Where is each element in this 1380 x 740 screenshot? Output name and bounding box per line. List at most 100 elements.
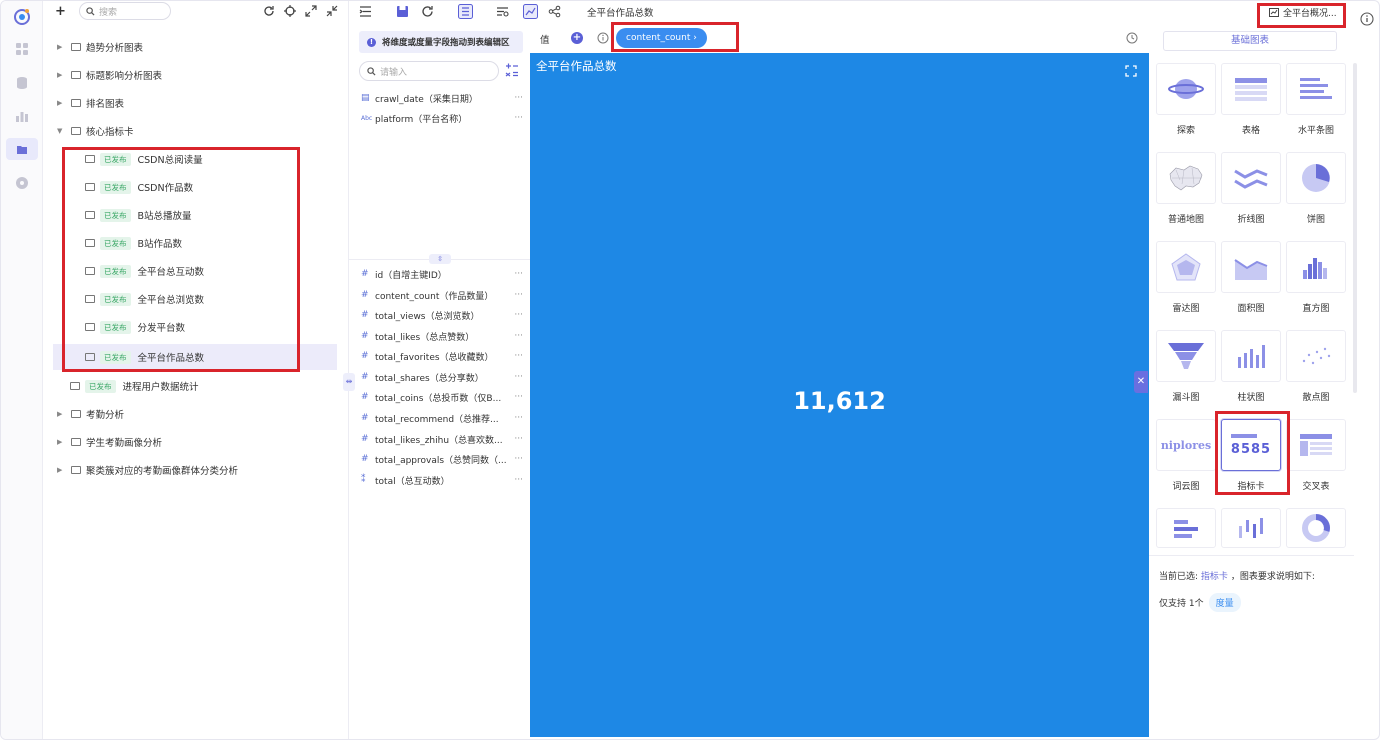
dashboard-selector-label: 全平台概况... xyxy=(1283,8,1337,19)
tree-node[interactable]: ▶ 趋势分析图表 xyxy=(57,34,351,60)
chart-type-scatter[interactable] xyxy=(1286,330,1346,382)
tree-node[interactable]: ▶ 聚类簇对应的考勤画像群体分类分析 xyxy=(57,457,351,483)
more-icon[interactable]: ··· xyxy=(511,113,523,123)
chart-type-kpi-card[interactable]: 8585 xyxy=(1221,419,1281,471)
chart-type-table[interactable] xyxy=(1221,63,1281,115)
tree-node-expanded[interactable]: ▼ 核心指标卡 xyxy=(57,118,351,144)
value-field-pill[interactable]: content_count › xyxy=(616,28,707,48)
chart-type-donut[interactable] xyxy=(1286,508,1346,548)
tree-leaf-label: 进程用户数据统计 xyxy=(122,382,199,393)
dimension-field[interactable]: Abc platform（平台名称） ··· xyxy=(361,108,523,128)
pie-chart-icon xyxy=(1302,164,1330,192)
measure-field[interactable]: # total_coins（总投币数（仅B... ··· xyxy=(361,387,523,407)
add-field-icon[interactable]: + xyxy=(571,32,583,44)
database-icon[interactable] xyxy=(14,75,30,91)
wordcloud-chart-icon: niplores xyxy=(1160,438,1212,452)
more-icon[interactable]: ··· xyxy=(511,331,523,341)
more-icon[interactable]: ··· xyxy=(511,392,523,402)
field-search-input[interactable]: 请输入 xyxy=(359,61,499,81)
settings-circle-icon[interactable] xyxy=(14,175,30,191)
chart-type-bar-extra[interactable] xyxy=(1156,508,1216,548)
chart-type-waterfall[interactable] xyxy=(1221,508,1281,548)
chart-type-scrollbar[interactable] xyxy=(1353,63,1357,393)
chart-canvas[interactable]: 全平台作品总数 11,612 xyxy=(530,53,1149,737)
chart-icon[interactable] xyxy=(14,108,30,124)
chart-type-map[interactable] xyxy=(1156,152,1216,204)
measure-field[interactable]: # content_count（作品数量） ··· xyxy=(361,285,523,305)
tree-node[interactable]: ▶ 标题影响分析图表 xyxy=(57,62,351,88)
add-icon[interactable]: + xyxy=(55,4,66,19)
folder-nav-icon[interactable] xyxy=(6,138,38,160)
collapse-all-icon[interactable] xyxy=(326,5,338,17)
more-icon[interactable]: ··· xyxy=(511,454,523,464)
chart-type-explore[interactable] xyxy=(1156,63,1216,115)
expand-all-icon[interactable] xyxy=(305,5,317,17)
measure-field[interactable]: # total_approvals（总赞同数（... ··· xyxy=(361,449,523,469)
more-icon[interactable]: ··· xyxy=(511,93,523,103)
tree-leaf[interactable]: 已发布 B站总播放量 xyxy=(85,202,337,228)
tree-search-input[interactable]: 搜索 xyxy=(79,2,171,20)
measure-field[interactable]: # total_shares（总分享数） ··· xyxy=(361,367,523,387)
measure-field[interactable]: # total_recommend（总推荐... ··· xyxy=(361,408,523,428)
tree-leaf[interactable]: 已发布 CSDN总阅读量 xyxy=(85,146,337,172)
dimension-field[interactable]: ▤ crawl_date（采集日期） ··· xyxy=(361,88,523,108)
status-badge: 已发布 xyxy=(100,292,131,306)
tree-leaf[interactable]: 已发布 分发平台数 xyxy=(85,314,337,340)
chart-type-area[interactable] xyxy=(1221,241,1281,293)
field-name: platform（平台名称） xyxy=(375,114,468,125)
tree-leaf[interactable]: 已发布 进程用户数据统计 xyxy=(70,373,337,399)
number-type-icon: # xyxy=(361,290,369,300)
dashboard-icon[interactable] xyxy=(14,41,30,57)
chart-type-crosstab[interactable] xyxy=(1286,419,1346,471)
tree-leaf-selected[interactable]: 已发布 全平台作品总数 xyxy=(53,344,337,370)
more-icon[interactable]: ··· xyxy=(511,351,523,361)
fields-panel: ! 将维度或度量字段拖动到表编辑区 请输入 ▤ crawl_date（采集日期）… xyxy=(349,1,530,739)
number-type-icon: # xyxy=(361,413,369,423)
tree-node[interactable]: ▶ 学生考勤画像分析 xyxy=(57,429,351,455)
locate-icon[interactable] xyxy=(284,5,296,17)
share-icon[interactable] xyxy=(548,5,561,18)
split-drag-handle[interactable]: ⇳ xyxy=(429,254,451,264)
chart-type-horizontal-bar[interactable] xyxy=(1286,63,1346,115)
dashboard-selector-button[interactable]: 全平台概况... xyxy=(1263,3,1343,21)
tree-node[interactable]: ▶ 排名图表 xyxy=(57,90,351,116)
clock-icon[interactable] xyxy=(1126,32,1138,44)
measure-field[interactable]: ⁑ total（总互动数） ··· xyxy=(361,470,523,490)
info-icon[interactable] xyxy=(597,32,609,44)
more-icon[interactable]: ··· xyxy=(511,475,523,485)
chart-type-pie[interactable] xyxy=(1286,152,1346,204)
tree-leaf[interactable]: 已发布 全平台总互动数 xyxy=(85,258,337,284)
measure-field[interactable]: # total_likes（总点赞数） ··· xyxy=(361,326,523,346)
close-panel-button[interactable]: ✕ xyxy=(1134,371,1148,393)
tree-leaf[interactable]: 已发布 B站作品数 xyxy=(85,230,337,256)
number-type-icon: # xyxy=(361,392,369,402)
crosstab-chart-icon xyxy=(1300,434,1332,456)
tree-leaf[interactable]: 已发布 CSDN作品数 xyxy=(85,174,337,200)
chart-type-wordcloud[interactable]: niplores xyxy=(1156,419,1216,471)
info-icon[interactable] xyxy=(1360,12,1374,26)
more-icon[interactable]: ··· xyxy=(511,434,523,444)
chart-type-column[interactable] xyxy=(1221,330,1281,382)
chart-type-funnel[interactable] xyxy=(1156,330,1216,382)
more-icon[interactable]: ··· xyxy=(511,372,523,382)
tree-node[interactable]: ▶ 考勤分析 xyxy=(57,401,351,427)
more-icon[interactable]: ··· xyxy=(511,269,523,279)
tab-basic-charts[interactable]: 基础图表 xyxy=(1163,31,1337,51)
measure-field[interactable]: # total_favorites（总收藏数） ··· xyxy=(361,346,523,366)
more-icon[interactable]: ··· xyxy=(511,310,523,320)
calculated-field-icon[interactable] xyxy=(505,63,519,77)
more-icon[interactable]: ··· xyxy=(511,413,523,423)
chart-type-histogram[interactable] xyxy=(1286,241,1346,293)
chart-type-radar[interactable] xyxy=(1156,241,1216,293)
measure-field[interactable]: # total_views（总浏览数） ··· xyxy=(361,305,523,325)
app-logo-icon[interactable] xyxy=(12,7,32,27)
kpi-sample-value: 8585 xyxy=(1230,441,1272,457)
measure-field[interactable]: # total_likes_zhihu（总喜欢数... ··· xyxy=(361,429,523,449)
fullscreen-icon[interactable] xyxy=(1125,65,1137,77)
selected-chart-type: 指标卡 xyxy=(1200,572,1228,582)
tree-leaf[interactable]: 已发布 全平台总浏览数 xyxy=(85,286,337,312)
chart-type-line[interactable] xyxy=(1221,152,1281,204)
more-icon[interactable]: ··· xyxy=(511,290,523,300)
refresh-icon[interactable] xyxy=(263,5,275,17)
measure-field[interactable]: # id（自增主键ID） ··· xyxy=(361,264,523,284)
